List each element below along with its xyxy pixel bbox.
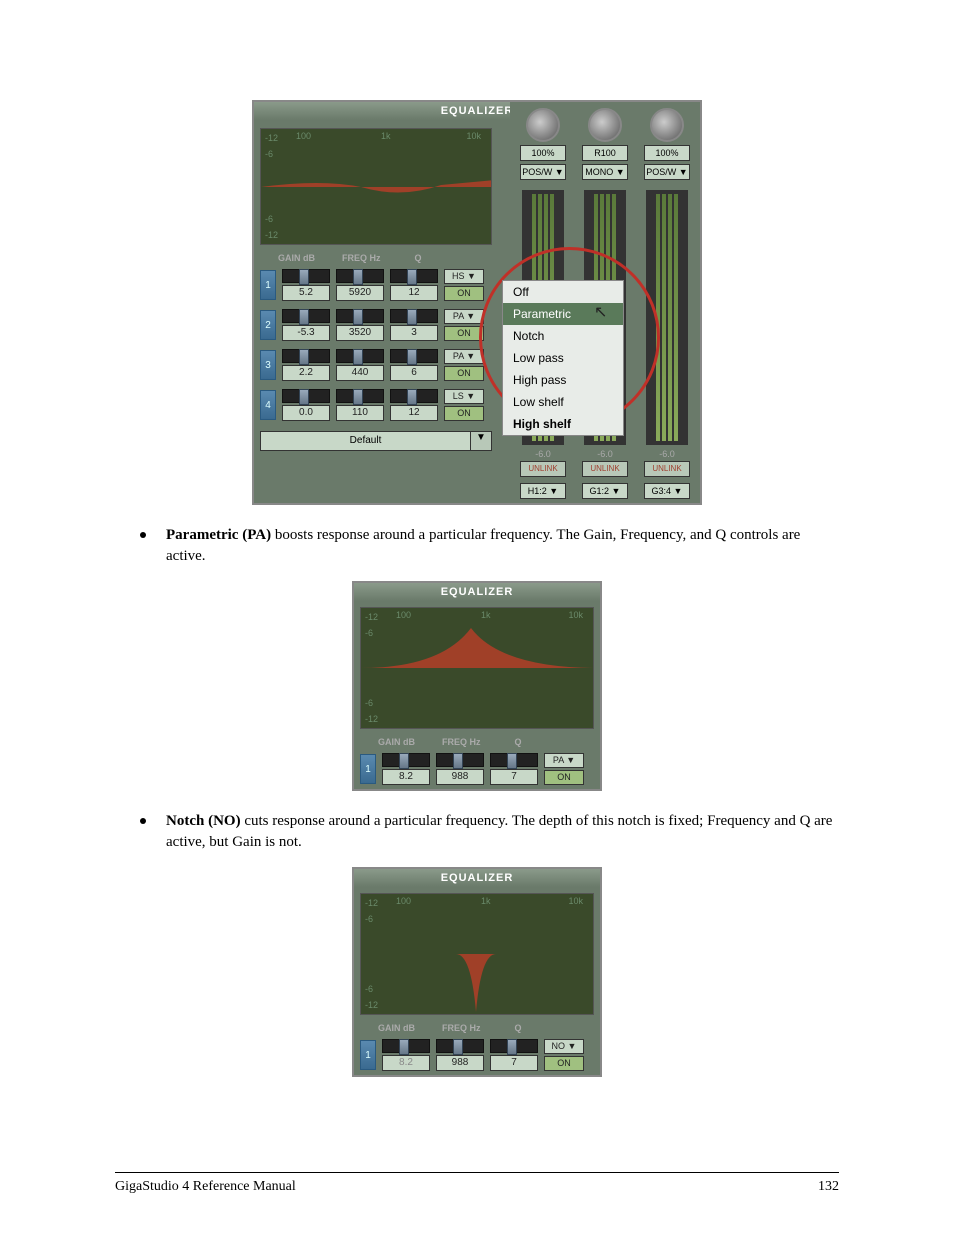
eq-band-row: 15.2592012HS ▼ON bbox=[254, 265, 498, 305]
freq-slider[interactable] bbox=[336, 309, 384, 323]
menu-item[interactable]: Notch bbox=[503, 325, 623, 347]
unlink-button[interactable]: UNLINK bbox=[644, 461, 690, 477]
type-dropdown[interactable]: PA ▼ bbox=[444, 349, 484, 364]
equalizer-panel-full: EQUALIZER -12 -6 -6 -12 100 1k 10k GAIN … bbox=[252, 100, 702, 505]
eq-curve bbox=[261, 129, 491, 244]
on-button[interactable]: ON bbox=[444, 366, 484, 381]
knob[interactable] bbox=[526, 108, 560, 142]
q-slider[interactable] bbox=[390, 389, 438, 403]
freq-slider[interactable] bbox=[436, 1039, 484, 1053]
knob[interactable] bbox=[588, 108, 622, 142]
eq-graph[interactable]: -12 -6 -6 -12 100 1k 10k bbox=[360, 607, 594, 729]
eq-graph[interactable]: -12 -6 -6 -12 100 1k 10k bbox=[260, 128, 492, 245]
knob[interactable] bbox=[650, 108, 684, 142]
eq-band-row: 2-5.335203PA ▼ON bbox=[254, 305, 498, 345]
mode-dropdown[interactable]: MONO ▼ bbox=[582, 164, 628, 180]
q-slider[interactable] bbox=[390, 349, 438, 363]
freq-slider[interactable] bbox=[336, 269, 384, 283]
group-dropdown[interactable]: H1:2 ▼ bbox=[520, 483, 566, 499]
unlink-button[interactable]: UNLINK bbox=[520, 461, 566, 477]
group-dropdown[interactable]: G1:2 ▼ bbox=[582, 483, 628, 499]
eq-band-row: 32.24406PA ▼ON bbox=[254, 345, 498, 385]
gain-slider[interactable] bbox=[282, 389, 330, 403]
column-headers: GAIN dB FREQ Hz Q bbox=[254, 251, 498, 265]
preset-selector[interactable]: Default ▼ bbox=[260, 431, 492, 451]
type-dropdown[interactable]: LS ▼ bbox=[444, 389, 484, 404]
mode-dropdown[interactable]: POS/W ▼ bbox=[520, 164, 566, 180]
eq-graph[interactable]: -12 -6 -6 -12 100 1k 10k bbox=[360, 893, 594, 1015]
bullet-notch: Notch (NO) cuts response around a partic… bbox=[115, 811, 839, 853]
freq-slider[interactable] bbox=[336, 349, 384, 363]
freq-slider[interactable] bbox=[436, 753, 484, 767]
q-slider[interactable] bbox=[390, 309, 438, 323]
on-button[interactable]: ON bbox=[444, 286, 484, 301]
unlink-button[interactable]: UNLINK bbox=[582, 461, 628, 477]
eq-band-row: 1 8.2 988 7 PA ▼ON bbox=[354, 749, 600, 789]
on-button[interactable]: ON bbox=[444, 406, 484, 421]
type-dropdown[interactable]: PA ▼ bbox=[544, 753, 584, 768]
mode-dropdown[interactable]: POS/W ▼ bbox=[644, 164, 690, 180]
group-dropdown[interactable]: G3:4 ▼ bbox=[644, 483, 690, 499]
page-footer: GigaStudio 4 Reference Manual132 bbox=[115, 1172, 839, 1195]
on-button[interactable]: ON bbox=[544, 770, 584, 785]
on-button[interactable]: ON bbox=[444, 326, 484, 341]
eq-band-row: 40.011012LS ▼ON bbox=[254, 385, 498, 425]
type-dropdown[interactable]: PA ▼ bbox=[444, 309, 484, 324]
gain-slider[interactable] bbox=[382, 753, 430, 767]
gain-slider[interactable] bbox=[282, 349, 330, 363]
equalizer-panel-parametric: EQUALIZER -12 -6 -6 -12 100 1k 10k GAIN … bbox=[352, 581, 602, 791]
dropdown-arrow-icon[interactable]: ▼ bbox=[471, 431, 492, 451]
type-dropdown[interactable]: HS ▼ bbox=[444, 269, 484, 284]
bullet-parametric: Parametric (PA) boosts response around a… bbox=[115, 525, 839, 567]
notch-curve bbox=[361, 894, 593, 1014]
q-slider[interactable] bbox=[390, 269, 438, 283]
menu-item[interactable]: Low pass bbox=[503, 347, 623, 369]
menu-item[interactable]: High pass bbox=[503, 369, 623, 391]
on-button[interactable]: ON bbox=[544, 1056, 584, 1071]
cursor-icon: ↖ bbox=[594, 302, 607, 322]
eq-band-row: 1 8.2 988 7 NO ▼ON bbox=[354, 1035, 600, 1075]
equalizer-panel-notch: EQUALIZER -12 -6 -6 -12 100 1k 10k GAIN … bbox=[352, 867, 602, 1077]
gain-slider[interactable] bbox=[282, 309, 330, 323]
q-slider[interactable] bbox=[490, 1039, 538, 1053]
type-dropdown[interactable]: NO ▼ bbox=[544, 1039, 584, 1054]
parametric-curve bbox=[361, 608, 593, 728]
freq-slider[interactable] bbox=[336, 389, 384, 403]
q-slider[interactable] bbox=[490, 753, 538, 767]
menu-item[interactable]: Off bbox=[503, 281, 623, 303]
menu-item[interactable]: Low shelf bbox=[503, 391, 623, 413]
gain-slider[interactable] bbox=[382, 1039, 430, 1053]
menu-item[interactable]: High shelf bbox=[503, 413, 623, 435]
gain-slider[interactable] bbox=[282, 269, 330, 283]
